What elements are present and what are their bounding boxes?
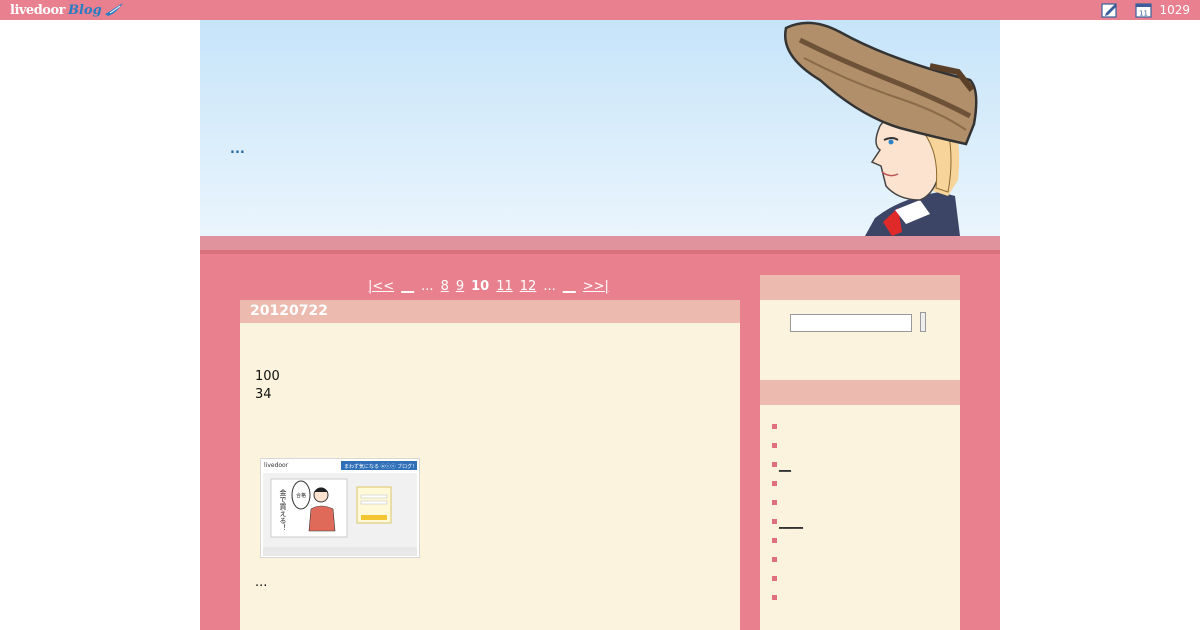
sidebar-list-item[interactable] <box>772 474 960 493</box>
pager-current-page: 10 <box>471 279 490 294</box>
sidebar-list-header <box>760 380 960 405</box>
sidebar-list-item[interactable]: __ <box>772 455 960 474</box>
pager-page-11[interactable]: 11 <box>496 279 513 294</box>
sidebar-list-item[interactable] <box>772 550 960 569</box>
thumb-brand: livedoor <box>264 462 289 469</box>
thumbnail-image: livedoor まわず気になる ⓦⓒⓢ ブログ！ 金で買える！ 合格 <box>261 459 419 557</box>
header-band <box>200 236 1000 250</box>
sidebar-list-item[interactable] <box>772 588 960 607</box>
thumb-vertical: 金で買える！ <box>279 488 287 531</box>
bullet-icon <box>772 557 777 562</box>
bullet-icon <box>772 481 777 486</box>
post-title[interactable]: 20120722 <box>240 300 740 323</box>
blog-header: ... <box>200 20 1000 236</box>
bullet-icon <box>772 538 777 543</box>
post-body: 100 34 <box>255 368 280 404</box>
logo-main-text: livedoor <box>10 2 65 18</box>
man-with-hat-illustration <box>783 21 978 236</box>
edit-icon[interactable] <box>1101 2 1119 18</box>
thumb-banner: まわず気になる ⓦⓒⓢ ブログ！ <box>344 463 417 470</box>
thumb-character-label: 合格 <box>296 492 306 499</box>
pager-dots-left: ... <box>421 279 434 294</box>
count-badge: 1029 <box>1159 3 1190 17</box>
sidebar-list-item[interactable] <box>772 531 960 550</box>
pager-dots-right: ... <box>543 279 556 294</box>
sidebar-list-item[interactable]: ____ <box>772 512 960 531</box>
sidebar-list-item[interactable] <box>772 436 960 455</box>
pager-prev[interactable]: __ <box>401 279 414 294</box>
bird-icon <box>104 3 123 16</box>
bullet-icon <box>772 462 777 467</box>
pager-last[interactable]: >>| <box>583 279 609 294</box>
livedoor-blog-logo[interactable]: livedoor Blog <box>10 1 124 19</box>
sidebar-list-item[interactable] <box>772 493 960 512</box>
sidebar-list-item[interactable] <box>772 569 960 588</box>
bullet-icon <box>772 595 777 600</box>
search-input[interactable] <box>790 314 912 332</box>
search-button[interactable] <box>920 312 926 332</box>
calendar-icon: 11 <box>1135 3 1153 18</box>
sidebar-search-header <box>760 275 960 300</box>
bullet-icon <box>772 424 777 429</box>
post-panel: 20120722 100 34 livedoor まわず気になる ⓦⓒⓢ ブログ… <box>240 300 740 630</box>
pager-page-8[interactable]: 8 <box>441 279 449 294</box>
header-ellipsis-link[interactable]: ... <box>230 142 245 157</box>
bullet-icon <box>772 576 777 581</box>
pagination: |<< __ ... 8 9 10 11 12 ... __ >>| <box>368 279 609 294</box>
logo-blog-text: Blog <box>67 2 102 18</box>
sidebar: __ ____ <box>760 275 960 630</box>
sidebar-list-box: __ ____ <box>760 405 960 630</box>
bullet-icon <box>772 443 777 448</box>
calendar-day: 11 <box>1139 10 1148 18</box>
pager-page-9[interactable]: 9 <box>456 279 464 294</box>
pager-next[interactable]: __ <box>563 279 576 294</box>
sidebar-item-label: ____ <box>779 514 803 529</box>
bullet-icon <box>772 500 777 505</box>
pager-first[interactable]: |<< <box>368 279 394 294</box>
post-line-2: 34 <box>255 387 272 402</box>
post-line-1: 100 <box>255 369 280 384</box>
post-more-ellipsis: ... <box>255 575 268 590</box>
bullet-icon <box>772 519 777 524</box>
post-thumbnail[interactable]: livedoor まわず気になる ⓦⓒⓢ ブログ！ 金で買える！ 合格 <box>260 458 420 558</box>
top-right-tools: 11 1029 <box>1101 1 1190 19</box>
sidebar-item-label: __ <box>779 457 791 472</box>
header-divider <box>200 250 1000 254</box>
sidebar-list-item[interactable] <box>772 417 960 436</box>
top-bar: livedoor Blog 11 1029 <box>0 0 1200 20</box>
blog-page: ... |<< __ ... 8 9 10 11 12 ... __ >>| 2… <box>200 20 1000 630</box>
calendar-link[interactable]: 11 1029 <box>1135 2 1190 18</box>
sidebar-list: __ ____ <box>760 405 960 607</box>
pager-page-12[interactable]: 12 <box>520 279 537 294</box>
sidebar-search-box <box>760 300 960 380</box>
